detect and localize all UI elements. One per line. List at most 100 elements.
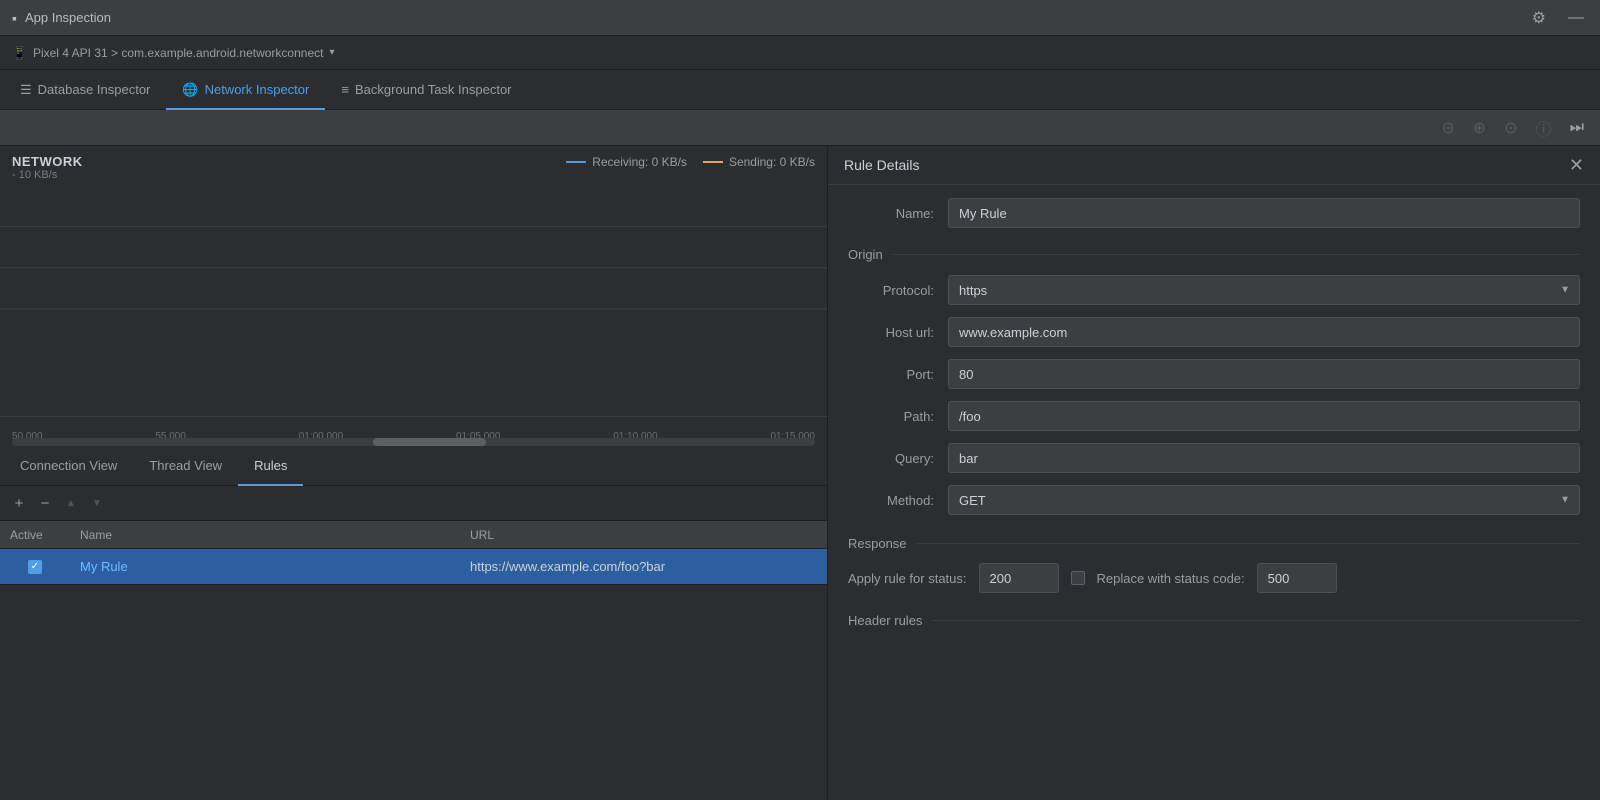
table-header: Active Name URL: [0, 521, 827, 549]
method-select-wrapper: GET POST PUT DELETE PATCH ▼: [948, 485, 1580, 515]
rules-table: Active Name URL My Rule https://www.exam…: [0, 521, 827, 800]
response-line: [917, 543, 1580, 544]
move-rule-up-button[interactable]: ▲: [60, 492, 82, 514]
device-bar: 📱 Pixel 4 API 31 > com.example.android.n…: [0, 36, 1600, 70]
cell-url: https://www.example.com/foo?bar: [460, 559, 827, 574]
inspector-toolbar: ⊖ ⊕ ⊙ ⓘ ⏭: [0, 110, 1600, 146]
tab-background[interactable]: ≡ Background Task Inspector: [325, 71, 527, 110]
receiving-line: [566, 161, 586, 163]
replace-input[interactable]: [1257, 563, 1337, 593]
path-input[interactable]: [948, 401, 1580, 431]
header-rules-label: Header rules: [848, 613, 922, 628]
origin-line: [893, 254, 1580, 255]
device-info[interactable]: 📱 Pixel 4 API 31 > com.example.android.n…: [12, 46, 334, 60]
protocol-select[interactable]: http https: [948, 275, 1580, 305]
replace-status-checkbox[interactable]: [1071, 571, 1085, 585]
network-tab-label: Network Inspector: [205, 82, 310, 97]
query-label: Query:: [848, 451, 948, 466]
dropdown-icon: ▾: [329, 47, 334, 58]
col-header-url: URL: [460, 528, 827, 542]
network-header: NETWORK Receiving: 0 KB/s Sending: 0 KB/…: [0, 146, 827, 169]
zoom-out-button[interactable]: ⊖: [1437, 116, 1458, 140]
port-row: Port:: [848, 358, 1580, 390]
timeline-scrollbar[interactable]: [12, 438, 815, 446]
response-divider: Response: [848, 536, 1580, 551]
protocol-row: Protocol: http https ▼: [848, 274, 1580, 306]
network-subtitle: - 10 KB/s: [0, 169, 827, 185]
method-label: Method:: [848, 493, 948, 508]
network-chart: NETWORK Receiving: 0 KB/s Sending: 0 KB/…: [0, 146, 827, 416]
database-tab-icon: ☰: [20, 82, 32, 98]
tab-thread-view[interactable]: Thread View: [133, 447, 238, 486]
sending-line: [703, 161, 723, 163]
name-row: Name:: [848, 197, 1580, 229]
tab-database[interactable]: ☰ Database Inspector: [4, 71, 166, 110]
host-url-input[interactable]: [948, 317, 1580, 347]
sub-tabs: Connection View Thread View Rules: [0, 446, 827, 486]
cell-name: My Rule: [70, 559, 460, 574]
protocol-select-wrapper: http https ▼: [948, 275, 1580, 305]
chart-area: [0, 185, 827, 345]
tab-connection-view[interactable]: Connection View: [4, 447, 133, 486]
thread-view-label: Thread View: [149, 458, 222, 473]
method-select[interactable]: GET POST PUT DELETE PATCH: [948, 485, 1580, 515]
network-title: NETWORK: [12, 154, 83, 169]
origin-divider: Origin: [848, 247, 1580, 262]
network-tab-icon: 🌐: [182, 82, 198, 98]
timeline: 50.000 55.000 01:00.000 01:05.000 01:10.…: [0, 416, 827, 446]
network-legend: Receiving: 0 KB/s Sending: 0 KB/s: [566, 155, 815, 169]
host-url-label: Host url:: [848, 325, 948, 340]
remove-rule-button[interactable]: −: [34, 492, 56, 514]
legend-sending: Sending: 0 KB/s: [703, 155, 815, 169]
name-label: Name:: [848, 206, 948, 221]
rules-toolbar: + − ▲ ▼: [0, 486, 827, 521]
col-header-active: Active: [0, 528, 70, 542]
tab-network[interactable]: 🌐 Network Inspector: [166, 71, 325, 110]
minimize-button[interactable]: —: [1564, 7, 1588, 29]
background-tab-label: Background Task Inspector: [355, 82, 512, 97]
rule-details-body: Name: Origin Protocol: http https ▼: [828, 185, 1600, 652]
background-tab-icon: ≡: [341, 82, 349, 97]
right-panel: Rule Details ✕ Name: Origin Protocol: ht…: [828, 146, 1600, 800]
close-rule-details-button[interactable]: ✕: [1569, 156, 1584, 174]
rule-details-title: Rule Details: [844, 157, 919, 173]
apply-rule-input[interactable]: [979, 563, 1059, 593]
sending-label: Sending: 0 KB/s: [729, 155, 815, 169]
cell-active: [0, 560, 70, 574]
left-panel: NETWORK Receiving: 0 KB/s Sending: 0 KB/…: [0, 146, 828, 800]
path-label: Path:: [848, 409, 948, 424]
settings-button[interactable]: ⚙: [1528, 6, 1550, 30]
port-input[interactable]: [948, 359, 1580, 389]
device-icon: 📱: [12, 46, 27, 60]
main-content: NETWORK Receiving: 0 KB/s Sending: 0 KB/…: [0, 146, 1600, 800]
connection-view-label: Connection View: [20, 458, 117, 473]
receiving-label: Receiving: 0 KB/s: [592, 155, 687, 169]
title-bar: ▪ App Inspection ⚙ —: [0, 0, 1600, 36]
zoom-in-button[interactable]: ⊕: [1469, 116, 1490, 140]
info-button[interactable]: ⓘ: [1532, 114, 1556, 142]
reset-zoom-button[interactable]: ⊙: [1500, 116, 1521, 140]
query-input[interactable]: [948, 443, 1580, 473]
timeline-thumb[interactable]: [373, 438, 485, 446]
table-row[interactable]: My Rule https://www.example.com/foo?bar: [0, 549, 827, 585]
name-input[interactable]: [948, 198, 1580, 228]
move-rule-down-button[interactable]: ▼: [86, 492, 108, 514]
rule-details-header: Rule Details ✕: [828, 146, 1600, 185]
header-rules-divider: Header rules: [848, 613, 1580, 628]
legend-receiving: Receiving: 0 KB/s: [566, 155, 687, 169]
query-row: Query:: [848, 442, 1580, 474]
add-rule-button[interactable]: +: [8, 492, 30, 514]
host-url-row: Host url:: [848, 316, 1580, 348]
chart-svg: [0, 185, 827, 350]
port-label: Port:: [848, 367, 948, 382]
col-header-name: Name: [70, 528, 460, 542]
skip-button[interactable]: ⏭: [1566, 117, 1588, 139]
header-rules-line: [932, 620, 1580, 621]
path-row: Path:: [848, 400, 1580, 432]
protocol-label: Protocol:: [848, 283, 948, 298]
database-tab-label: Database Inspector: [38, 82, 151, 97]
title-bar-right: ⚙ —: [1528, 6, 1588, 30]
device-label: Pixel 4 API 31 > com.example.android.net…: [33, 46, 324, 60]
tab-rules[interactable]: Rules: [238, 447, 303, 486]
rule-checkbox[interactable]: [28, 560, 42, 574]
